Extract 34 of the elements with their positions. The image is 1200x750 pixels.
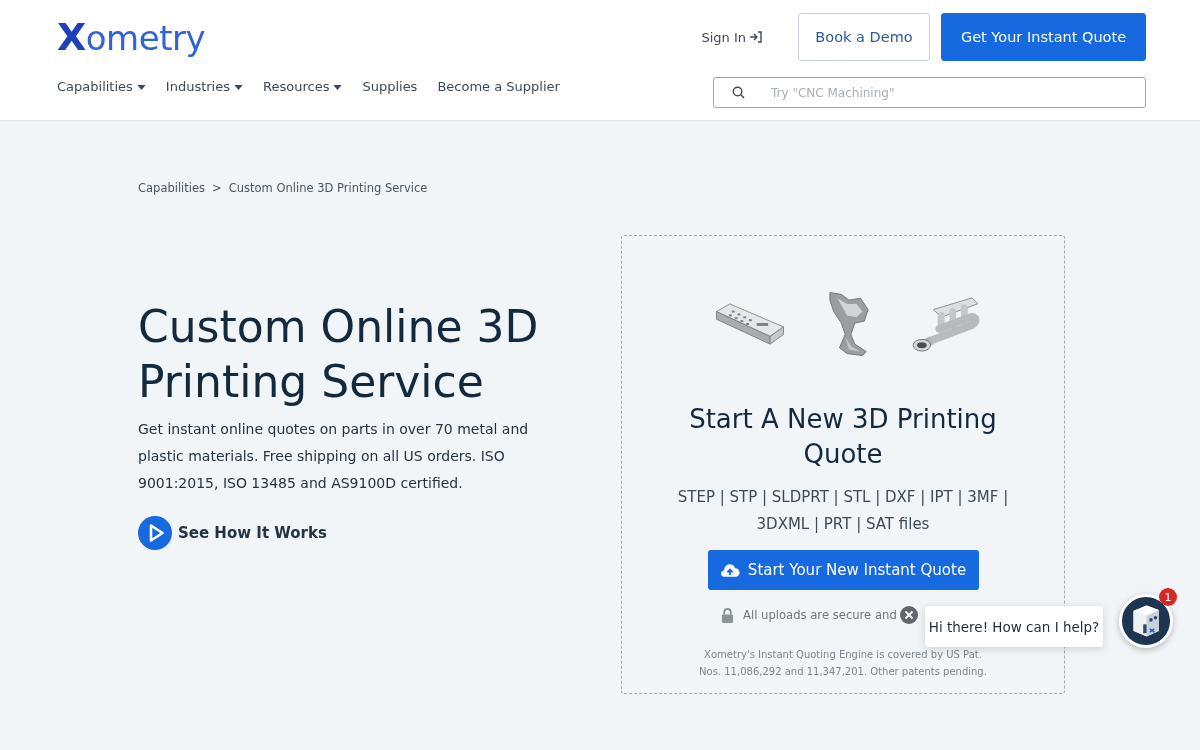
hero-description: Get instant online quotes on parts in over 70 metal and plastic materials. Free shipping on all US orders. ISO 9001:2015, ISO 13485 and AS9100D certified. xyxy=(138,420,530,493)
search-icon xyxy=(732,86,745,99)
close-icon xyxy=(900,606,918,624)
chat-message[interactable]: Hi there! How can I help? xyxy=(925,606,1103,647)
nav-link[interactable]: Become a Supplier xyxy=(437,77,560,97)
panel-title: Start A New 3D Printing Quote xyxy=(688,403,998,471)
play-icon xyxy=(138,516,172,550)
page-title: Custom Online 3D Printing Service xyxy=(138,300,540,409)
breadcrumb-separator: > xyxy=(212,180,222,196)
start-quote-button[interactable]: Start Your New Instant Quote xyxy=(707,550,979,590)
notification-badge: 1 xyxy=(1159,588,1177,606)
logo[interactable]: Xometry xyxy=(57,16,206,59)
video-link[interactable]: See How It Works xyxy=(138,516,327,550)
breadcrumb-current: Custom Online 3D Printing Service xyxy=(228,180,428,196)
lock-icon xyxy=(721,607,734,623)
pipe-manifold-drawing xyxy=(912,296,980,352)
file-types: STEP | STP | SLDPRT | STL | DXF | IPT | 3MF | 3DXML | PRT | SAT files xyxy=(676,487,1010,535)
close-button[interactable] xyxy=(900,606,918,624)
bracket-drawing xyxy=(828,290,870,358)
security-note: All uploads are secure and xyxy=(743,607,897,624)
patent-note: Xometry's Instant Quoting Engine is covered by US Pat. Nos. 11,086,292 and 11,347,201. Other patents pending. xyxy=(698,648,988,679)
sign-in-link[interactable]: Sign In xyxy=(701,29,763,45)
book-demo-button[interactable]: Book a Demo xyxy=(798,13,930,61)
nav-link[interactable]: Industries xyxy=(165,77,243,97)
search-field[interactable]: Try "CNC Machining" xyxy=(713,77,1146,108)
nav-link[interactable]: Resources xyxy=(263,77,343,97)
instant-quote-button[interactable]: Get Your Instant Quote xyxy=(941,13,1146,61)
chat-launcher-button[interactable] xyxy=(1119,594,1173,648)
nav-link[interactable]: Supplies xyxy=(362,77,418,97)
sign-in-icon xyxy=(749,31,763,43)
robot-icon xyxy=(1131,603,1161,639)
breadcrumb-link[interactable]: Capabilities xyxy=(138,180,206,196)
cloud-upload-icon xyxy=(719,562,740,578)
nav-link[interactable]: Capabilities xyxy=(57,77,146,97)
